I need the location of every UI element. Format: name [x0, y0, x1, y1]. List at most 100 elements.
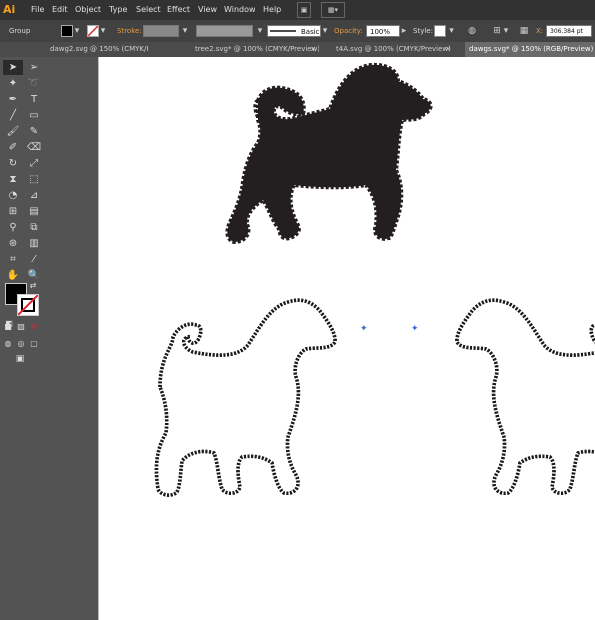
control-bar: Group ▾ ▾ Stroke: ▾ ▾ Basic ▾ Opacity: 1… — [0, 20, 595, 42]
stroke-label[interactable]: Stroke: — [117, 25, 142, 37]
chevron-down-icon[interactable]: ▾ — [448, 25, 455, 37]
menu-help[interactable]: Help — [263, 5, 281, 14]
chevron-right-icon[interactable]: ▸ — [400, 25, 408, 37]
scale-icon[interactable]: ⤢ — [24, 156, 44, 171]
artboard-edge — [98, 57, 99, 620]
draw-normal-icon[interactable]: ◍ — [3, 336, 13, 351]
magic-wand-icon[interactable]: ✦ — [3, 76, 23, 91]
tab-label: tree2.svg* @ 100% (CMYK/Preview) — [195, 45, 319, 53]
draw-inside-icon[interactable]: ▢ — [29, 336, 39, 351]
arrange-icon: ▦▾ — [327, 6, 339, 14]
free-transform-icon[interactable]: ⬚ — [24, 172, 44, 187]
draw-behind-icon[interactable]: ◎ — [16, 336, 26, 351]
bridge-icon: ▣ — [300, 6, 308, 14]
no-stroke-icon — [88, 26, 98, 36]
x-position-field[interactable]: 306.384 pt — [546, 25, 592, 37]
line-icon[interactable]: ╱ — [3, 108, 23, 123]
pencil-icon[interactable]: ✎ — [24, 124, 44, 139]
chevron-down-icon[interactable]: ▾ — [503, 25, 509, 37]
mesh-icon[interactable]: ⊞ — [3, 204, 23, 219]
eyedropper-icon[interactable]: ⚲ — [3, 220, 23, 235]
chevron-down-icon[interactable]: ▾ — [181, 25, 189, 37]
close-icon[interactable]: × — [445, 42, 451, 57]
hand-icon[interactable]: ✋ — [3, 268, 23, 283]
fill-swatch[interactable] — [61, 25, 73, 37]
tab-t4a[interactable]: t4A.svg @ 100% (CMYK/Preview) × — [332, 42, 454, 57]
canvas-area[interactable]: ✦ ✦ — [49, 57, 595, 620]
tab-dawgs[interactable]: dawgs.svg* @ 150% (RGB/Preview) — [465, 42, 595, 57]
type-icon[interactable]: T — [24, 92, 44, 107]
pen-icon[interactable]: ✒ — [3, 92, 23, 107]
menu-effect[interactable]: Effect — [167, 5, 190, 14]
anchor-icon[interactable]: ✦ — [360, 324, 368, 334]
anchor-icon[interactable]: ✦ — [411, 324, 419, 334]
width-icon[interactable]: ⧗ — [3, 172, 23, 187]
menu-view[interactable]: View — [198, 5, 217, 14]
arrange-documents-button[interactable]: ▦▾ — [321, 2, 345, 18]
selection-type-label: Group — [9, 27, 31, 35]
tab-dawg2[interactable]: dawg2.svg @ 150% (CMYK/Preview) — [46, 42, 148, 57]
perspective-icon[interactable]: ⊿ — [24, 188, 44, 203]
menu-select[interactable]: Select — [136, 5, 161, 14]
opacity-label[interactable]: Opacity: — [334, 25, 363, 37]
slice-icon[interactable]: ⁄ — [24, 252, 44, 267]
chevron-down-icon[interactable]: ▾ — [74, 25, 80, 37]
shape-builder-icon[interactable]: ◔ — [3, 188, 23, 203]
none-stroke-icon — [18, 295, 38, 315]
blob-brush-icon[interactable]: ✐ — [3, 140, 23, 155]
menu-bar: Ai File Edit Object Type Select Effect V… — [0, 0, 595, 20]
menu-window[interactable]: Window — [224, 5, 256, 14]
color-mode-icon[interactable]: ■ — [3, 319, 13, 334]
brush-preset-label: Basic — [301, 28, 320, 36]
brush-definition-dropdown[interactable]: Basic — [267, 25, 321, 37]
chevron-down-icon[interactable]: ▾ — [256, 25, 264, 37]
paintbrush-icon[interactable]: 🖌 — [3, 124, 23, 139]
bridge-button[interactable]: ▣ — [297, 2, 311, 18]
chevron-down-icon[interactable]: ▾ — [100, 25, 106, 37]
rectangle-icon[interactable]: ▭ — [24, 108, 44, 123]
direct-selection-icon[interactable]: ➢ — [24, 60, 44, 75]
anchor-points[interactable]: ✦ ✦ — [360, 324, 419, 334]
selection-icon[interactable]: ➤ — [3, 60, 23, 75]
graphic-style-swatch[interactable] — [434, 25, 446, 37]
tab-tree2[interactable]: tree2.svg* @ 100% (CMYK/Preview) × — [191, 42, 319, 57]
blend-icon[interactable]: ⧉ — [24, 220, 44, 235]
transform-reference-icon[interactable]: ▦ — [518, 25, 530, 37]
stroke-swatch[interactable] — [87, 25, 99, 37]
variable-width-profile[interactable] — [196, 25, 253, 37]
recolor-artwork-icon[interactable]: ◍ — [465, 25, 479, 37]
opacity-field[interactable]: 100% — [366, 25, 400, 37]
screen-mode-icon[interactable]: ▣ — [13, 352, 27, 367]
symbol-sprayer-icon[interactable]: ⊛ — [3, 236, 23, 251]
chevron-down-icon[interactable]: ▾ — [321, 25, 329, 37]
gradient-icon[interactable]: ▤ — [24, 204, 44, 219]
swap-fill-stroke-icon[interactable]: ⇄ — [27, 278, 39, 293]
stroke-line-icon — [270, 30, 296, 32]
none-mode-icon[interactable]: ⊘ — [29, 319, 39, 334]
stroke-weight-field[interactable] — [143, 25, 179, 37]
menu-file[interactable]: File — [31, 5, 44, 14]
artboard-icon[interactable]: ⌗ — [3, 252, 23, 267]
align-icon[interactable]: ⊞ — [490, 25, 504, 37]
close-icon[interactable]: × — [310, 42, 316, 57]
dog-outline-right[interactable] — [455, 298, 595, 497]
stroke-color-box[interactable] — [17, 294, 39, 316]
tools-panel: ➤ ➢ ✦ ➰ ✒ T ╱ ▭ 🖌 ✎ ✐ ⌫ ↻ ⤢ ⧗ ⬚ ◔ ⊿ ⊞ ▤ … — [0, 57, 50, 620]
x-label[interactable]: X: — [536, 25, 543, 37]
menu-object[interactable]: Object — [75, 5, 101, 14]
document-tabs: dawg2.svg @ 150% (CMYK/Preview) tree2.sv… — [0, 42, 595, 57]
lasso-icon[interactable]: ➰ — [24, 76, 44, 91]
eraser-icon[interactable]: ⌫ — [24, 140, 44, 155]
menu-type[interactable]: Type — [109, 5, 127, 14]
dog-silhouette[interactable] — [225, 62, 433, 244]
tab-label: t4A.svg @ 100% (CMYK/Preview) — [336, 45, 451, 53]
menu-edit[interactable]: Edit — [52, 5, 68, 14]
artwork[interactable]: ✦ ✦ — [98, 57, 595, 620]
tab-label: dawgs.svg* @ 150% (RGB/Preview) — [469, 45, 594, 53]
dog-outline-left[interactable] — [154, 298, 337, 497]
graph-icon[interactable]: ▥ — [24, 236, 44, 251]
app-logo: Ai — [3, 3, 16, 16]
artboard[interactable]: ✦ ✦ — [98, 57, 595, 620]
gradient-mode-icon[interactable]: ▧ — [16, 319, 26, 334]
rotate-icon[interactable]: ↻ — [3, 156, 23, 171]
